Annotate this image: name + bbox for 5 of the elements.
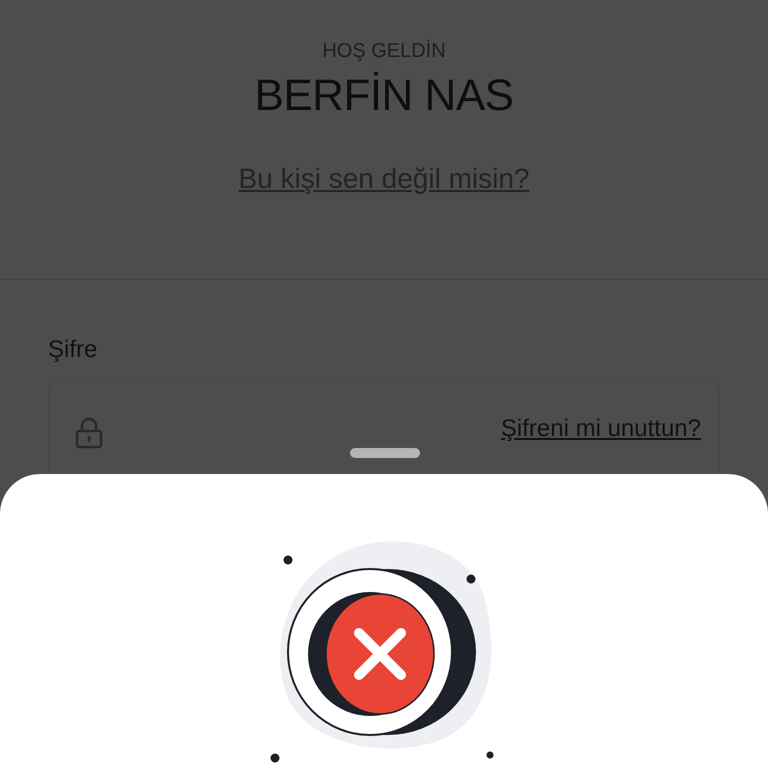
sheet-handle[interactable] [350, 448, 420, 458]
user-name: BERFİN NAS [254, 71, 514, 121]
forgot-password-link[interactable]: Şifreni mi unuttun? [500, 415, 701, 443]
password-label: Şifre [48, 336, 98, 364]
lock-icon [75, 417, 103, 449]
